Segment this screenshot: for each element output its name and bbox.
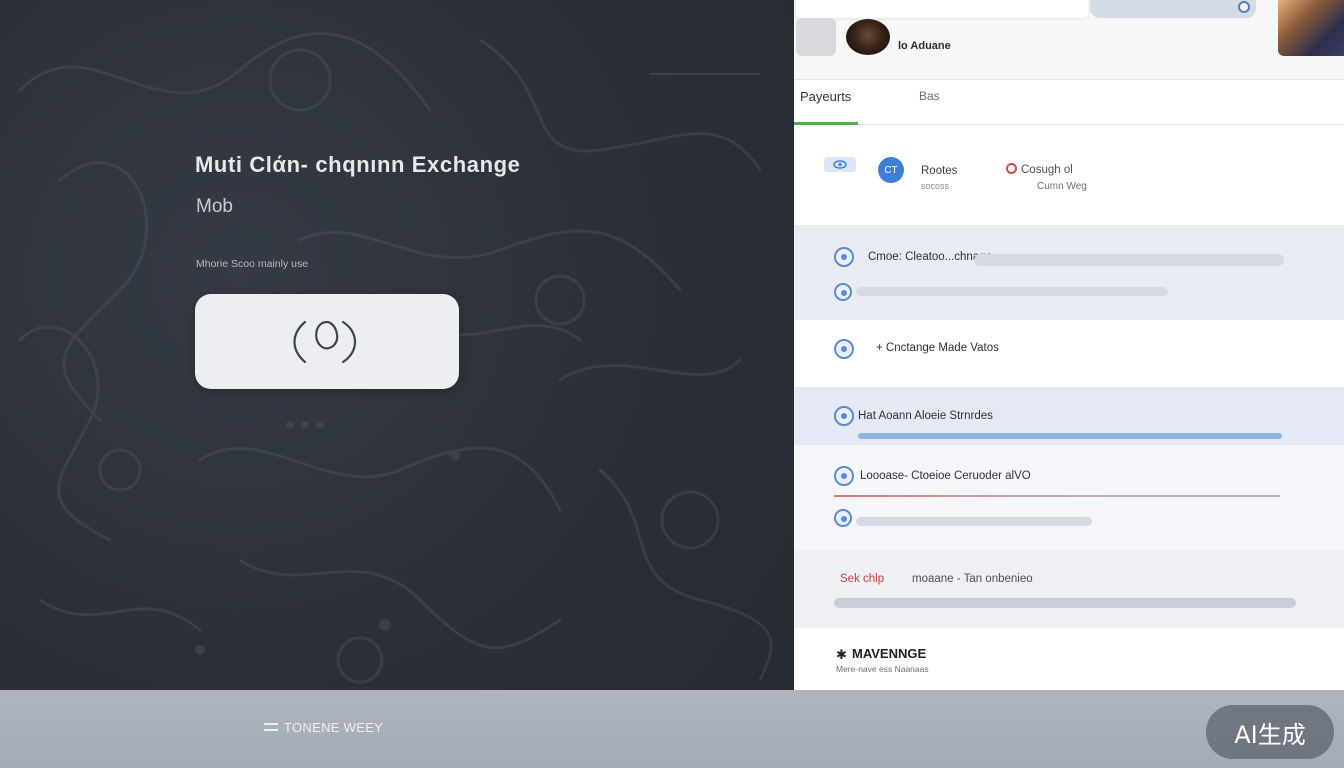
list-item-highlight: Sek chlp [840, 573, 885, 585]
avatar-placeholder [796, 18, 836, 56]
list-item[interactable]: Sek chlp moaane - Tan onbenieo [794, 550, 1344, 628]
footer-brand: ✱ MAVENNGE Mere-nave ess Naanaas [794, 628, 1344, 690]
list-item[interactable]: Hat Aoann Aloeie Strnrdes [794, 387, 1344, 445]
radio-icon[interactable] [834, 406, 854, 426]
summary-sublabel: socoss [921, 181, 950, 191]
tab-payments[interactable]: Payeurts [800, 89, 851, 104]
hero-subtitle: Mob [196, 196, 233, 217]
hero-divider [650, 73, 760, 75]
list-item-text: Hat Aoann Aloeie Strnrdes [858, 410, 993, 422]
radio-icon[interactable] [834, 509, 852, 527]
panel-tabs: Payeurts Bas [794, 80, 1344, 125]
radio-icon[interactable] [834, 466, 854, 486]
avatar[interactable] [846, 19, 890, 55]
footer-brand-subtitle: Mere-nave ess Naanaas [836, 664, 929, 674]
row-divider [834, 495, 1280, 497]
placeholder-bar [834, 598, 1296, 608]
search-bar[interactable] [1090, 0, 1256, 18]
placeholder-bar [856, 287, 1168, 296]
summary-right-sublabel: Cumn Weg [1037, 181, 1087, 192]
address-bar[interactable] [796, 0, 1088, 18]
exchange-panel: lo Aduane Payeurts Bas CT Rootes socoss … [794, 0, 1344, 690]
summary-label: Rootes [921, 165, 958, 177]
account-circle-icon[interactable]: CT [878, 157, 904, 183]
panel-header: lo Aduane [794, 0, 1344, 80]
hero-title: Muti Clάn- chqnınn Exchange [195, 152, 521, 177]
profile-thumbnail[interactable] [1278, 0, 1344, 56]
footer-label-text: TONENE WEEY [284, 720, 384, 735]
search-icon[interactable] [1238, 1, 1250, 13]
connect-button[interactable] [195, 294, 459, 389]
connect-ring-icon [293, 320, 357, 363]
list-item[interactable]: Cmoe: Cleatoo...chnage [794, 225, 1344, 320]
exchange-icon: ✱ [836, 647, 847, 662]
hero-section: Muti Clάn- chqnınn Exchange Mob Mhorie S… [0, 0, 794, 690]
alert-ring-icon [1006, 163, 1017, 174]
eye-icon[interactable] [824, 157, 856, 172]
list-item[interactable]: Loooase- Ctoeioe Ceruoder alVO [794, 445, 1344, 550]
brand-name: lo Aduane [898, 40, 951, 52]
list-item-text: Loooase- Ctoeioe Ceruoder alVO [860, 470, 1031, 482]
radio-icon[interactable] [834, 247, 854, 267]
footer-brand-title: MAVENNGE [852, 646, 927, 661]
tab-bas[interactable]: Bas [919, 89, 940, 103]
placeholder-bar [856, 517, 1092, 526]
hero-caption: Mhorie Scoo mainly use [196, 258, 309, 270]
account-summary: CT Rootes socoss Cosugh ol Cumn Weg [794, 125, 1344, 225]
list-item-text: + Cnctange Made Vatos [876, 342, 999, 354]
summary-right-label: Cosugh ol [1006, 163, 1073, 176]
list-item[interactable]: + Cnctange Made Vatos [794, 320, 1344, 387]
placeholder-bar [974, 254, 1284, 266]
menu-icon [264, 723, 278, 731]
ai-generated-badge: AI生成 [1206, 705, 1334, 759]
progress-bar [858, 433, 1282, 439]
summary-right-text: Cosugh ol [1021, 164, 1073, 176]
footer-link[interactable]: TONENE WEEY [264, 720, 383, 735]
radio-icon[interactable] [834, 339, 854, 359]
page-footer: TONENE WEEY [0, 690, 1344, 768]
list-item-text: moaane - Tan onbenieo [912, 573, 1033, 585]
radio-icon[interactable] [834, 283, 852, 301]
